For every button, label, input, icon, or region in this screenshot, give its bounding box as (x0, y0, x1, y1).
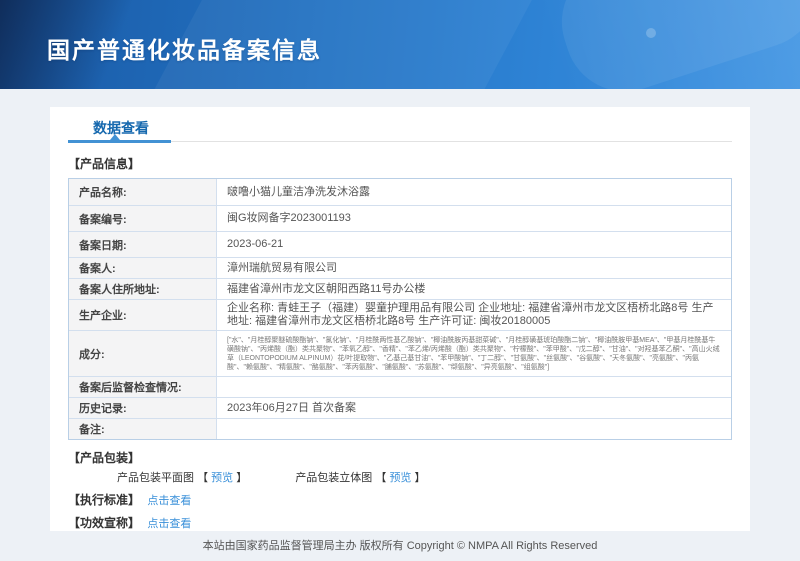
table-row-registrant-address: 备案人住所地址: 福建省漳州市龙文区朝阳西路11号办公楼 (69, 278, 731, 299)
row-label: 生产企业: (69, 300, 217, 330)
exec-standard-row: 【执行标准】 点击查看 (68, 491, 732, 508)
row-label: 产品名称: (69, 179, 217, 205)
row-value (217, 377, 731, 397)
row-value: 闽G妆网备字2023001193 (227, 212, 351, 224)
package-flat-group: 产品包装平面图 【 预览 】 (117, 469, 247, 485)
row-label: 备案后监督检查情况: (69, 377, 217, 397)
package-flat-preview-link[interactable]: 预览 (211, 472, 233, 484)
bracket-open: 【 (375, 472, 387, 484)
banner-decor-dot (646, 28, 656, 38)
bracket-open: 【 (197, 472, 209, 484)
row-label: 备案人: (69, 258, 217, 278)
product-info-table: 产品名称: 啵噜小猫儿童洁净洗发沐浴露 备案编号: 闽G妆网备字20230011… (68, 178, 732, 440)
section-exec-standard-title: 【执行标准】 (68, 493, 141, 507)
section-product-info-title: 【产品信息】 (68, 157, 141, 171)
tab-active-underline (68, 140, 171, 143)
row-label: 成分: (69, 331, 217, 376)
row-value: 2023-06-21 (227, 238, 284, 250)
row-label: 备注: (69, 419, 217, 439)
table-row-filing-date: 备案日期: 2023-06-21 (69, 231, 731, 257)
table-row-supervision-check: 备案后监督检查情况: (69, 376, 731, 397)
table-row-ingredients: 成分: ["水"、"月桂醇聚醚硫酸酯钠"、"氯化钠"、"月桂酰两性基乙酸钠"、"… (69, 330, 731, 376)
tab-bar: 数据查看 (68, 107, 732, 143)
table-row-filing-number: 备案编号: 闽G妆网备字2023001193 (69, 205, 731, 231)
bracket-close: 】 (236, 472, 248, 484)
exec-standard-view-link[interactable]: 点击查看 (147, 495, 191, 507)
efficacy-claim-row: 【功效宣称】 点击查看 (68, 514, 732, 531)
bracket-close: 】 (414, 472, 426, 484)
table-row-history: 历史记录: 2023年06月27日 首次备案 (69, 397, 731, 418)
row-value: 福建省漳州市龙文区朝阳西路11号办公楼 (227, 282, 426, 295)
page-header-banner: 国产普通化妆品备案信息 (0, 0, 800, 89)
content-card: 数据查看 【产品信息】 产品名称: 啵噜小猫儿童洁净洗发沐浴露 备案编号: 闽G… (50, 107, 750, 531)
page-title: 国产普通化妆品备案信息 (47, 37, 322, 63)
section-product-package-title: 【产品包装】 (68, 451, 141, 465)
package-stereo-group: 产品包装立体图 【 预览 】 (295, 469, 425, 485)
row-value: 啵噜小猫儿童洁净洗发沐浴露 (227, 185, 370, 198)
table-row-product-name: 产品名称: 啵噜小猫儿童洁净洗发沐浴露 (69, 179, 731, 205)
row-value: 企业名称: 青蛙王子（福建）婴童护理用品有限公司 企业地址: 福建省漳州市龙文区… (227, 302, 714, 327)
row-label: 备案日期: (69, 232, 217, 257)
row-value: 漳州瑞航贸易有限公司 (227, 261, 337, 274)
row-value-ingredients: ["水"、"月桂醇聚醚硫酸酯钠"、"氯化钠"、"月桂酰两性基乙酸钠"、"椰油酰胺… (227, 336, 720, 371)
table-row-remarks: 备注: (69, 418, 731, 439)
tab-active-caret-icon (110, 134, 120, 140)
section-efficacy-claim-title: 【功效宣称】 (68, 516, 141, 530)
package-flat-label: 产品包装平面图 (117, 472, 194, 484)
package-stereo-label: 产品包装立体图 (295, 472, 373, 484)
row-label: 历史记录: (69, 398, 217, 418)
package-preview-row: 产品包装平面图 【 预览 】 产品包装立体图 【 预览 】 (117, 469, 732, 485)
page: { "header": { "title": "国产普通化妆品备案信息" }, … (0, 0, 800, 561)
package-stereo-preview-link[interactable]: 预览 (389, 472, 411, 484)
tab-data-view[interactable]: 数据查看 (93, 118, 149, 138)
table-row-manufacturer: 生产企业: 企业名称: 青蛙王子（福建）婴童护理用品有限公司 企业地址: 福建省… (69, 299, 731, 330)
banner-decor-blob (546, 0, 800, 89)
efficacy-claim-view-link[interactable]: 点击查看 (147, 518, 191, 530)
table-row-registrant: 备案人: 漳州瑞航贸易有限公司 (69, 257, 731, 278)
footer-copyright: 本站由国家药品监督管理局主办 版权所有 Copyright © NMPA All… (202, 540, 598, 552)
row-label: 备案编号: (69, 206, 217, 231)
row-label: 备案人住所地址: (69, 279, 217, 299)
row-value (217, 419, 731, 439)
row-value: 2023年06月27日 首次备案 (227, 401, 356, 414)
